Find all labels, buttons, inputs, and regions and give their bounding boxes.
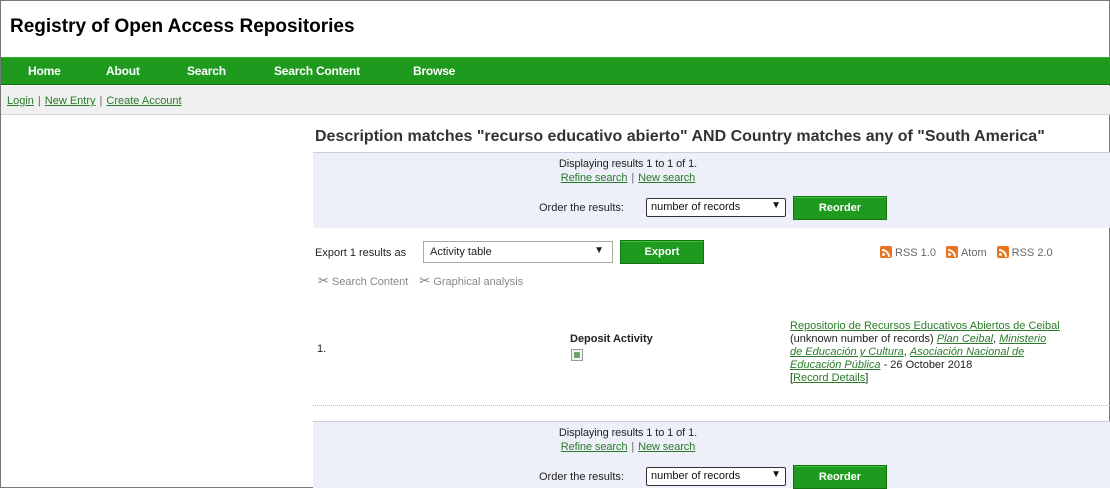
tool-label: Search Content (331, 276, 409, 288)
record-details-link[interactable]: Record Details (793, 372, 865, 384)
order-label: Order the results: (539, 471, 624, 483)
refine-search-link[interactable]: Refine search (561, 441, 628, 453)
record-count: (unknown number of records) (790, 333, 934, 345)
results-heading: Description matches "recurso educativo a… (315, 128, 1045, 145)
main-navbar: Home About Search Search Content Browse (1, 57, 1110, 85)
feed-label: RSS 2.0 (1011, 247, 1053, 259)
feed-label: RSS 1.0 (895, 247, 936, 259)
search-content-tool[interactable]: ✂ Search Content (318, 273, 409, 288)
rss-icon (880, 246, 892, 258)
record-date: - 26 October 2018 (883, 359, 973, 371)
bracket: ] (865, 372, 869, 384)
separator: | (37, 95, 41, 107)
export-label: Export 1 results as (315, 247, 407, 259)
order-select-value: number of records (651, 470, 741, 482)
new-entry-link[interactable]: New Entry (45, 95, 96, 107)
record-entry: Repositorio de Recursos Educativos Abier… (790, 320, 1060, 385)
search-links: Refine search | New search (313, 441, 943, 453)
chevron-down-icon: ▼ (594, 245, 604, 256)
atom-feed[interactable]: Atom (945, 246, 987, 259)
export-format-select[interactable]: Activity table ▼ (423, 241, 613, 263)
user-links: Login | New Entry | Create Account (7, 95, 182, 107)
search-links: Refine search | New search (313, 172, 943, 184)
order-select[interactable]: number of records ▼ (646, 198, 786, 217)
chevron-down-icon: ▼ (771, 200, 781, 211)
reorder-button[interactable]: Reorder (793, 196, 887, 220)
row-divider (313, 405, 1110, 406)
chevron-down-icon: ▼ (771, 469, 781, 480)
site-title: Registry of Open Access Repositories (10, 16, 355, 37)
tool-label: Graphical analysis (433, 276, 524, 288)
separator: | (99, 95, 103, 107)
nav-search[interactable]: Search (187, 64, 226, 78)
rss2-feed[interactable]: RSS 2.0 (996, 246, 1053, 259)
order-select[interactable]: number of records ▼ (646, 467, 786, 486)
new-search-link[interactable]: New search (638, 172, 695, 184)
nav-about[interactable]: About (106, 64, 140, 78)
feed-links: RSS 1.0 Atom RSS 2.0 (880, 246, 1063, 259)
tools-icon: ✂ (318, 273, 329, 288)
order-select-value: number of records (651, 201, 741, 213)
new-search-link[interactable]: New search (638, 441, 695, 453)
displaying-text: Displaying results 1 to 1 of 1. (558, 427, 698, 439)
reorder-button[interactable]: Reorder (793, 465, 887, 489)
create-account-link[interactable]: Create Account (106, 95, 181, 107)
org-link-plan-ceibal[interactable]: Plan Ceibal (937, 333, 993, 345)
result-number: 1. (317, 343, 327, 355)
displaying-text: Displaying results 1 to 1 of 1. (558, 158, 698, 170)
rss-icon (996, 246, 1009, 258)
graphical-analysis-tool[interactable]: ✂ Graphical analysis (419, 273, 524, 288)
export-button[interactable]: Export (620, 240, 704, 264)
feed-label: Atom (960, 247, 987, 259)
repository-link[interactable]: Repositorio de Recursos Educativos Abier… (790, 320, 1060, 332)
refine-search-link[interactable]: Refine search (561, 172, 628, 184)
deposit-activity-label: Deposit Activity (570, 333, 653, 345)
rss1-feed[interactable]: RSS 1.0 (880, 246, 936, 259)
nav-browse[interactable]: Browse (413, 64, 455, 78)
results-panel-top: Displaying results 1 to 1 of 1. Refine s… (313, 152, 1110, 228)
nav-search-content[interactable]: Search Content (274, 64, 360, 78)
results-panel-bottom: Displaying results 1 to 1 of 1. Refine s… (313, 421, 1110, 489)
nav-home[interactable]: Home (28, 64, 61, 78)
broken-image-icon (571, 349, 583, 361)
rss-icon (945, 246, 958, 258)
separator: | (631, 441, 635, 453)
user-bar: Login | New Entry | Create Account (1, 86, 1110, 115)
login-link[interactable]: Login (7, 95, 34, 107)
tools-row: ✂ Search Content ✂ Graphical analysis (318, 273, 531, 289)
export-format-value: Activity table (430, 246, 492, 258)
separator: | (631, 172, 635, 184)
tools-icon: ✂ (419, 273, 431, 288)
order-label: Order the results: (539, 202, 624, 214)
